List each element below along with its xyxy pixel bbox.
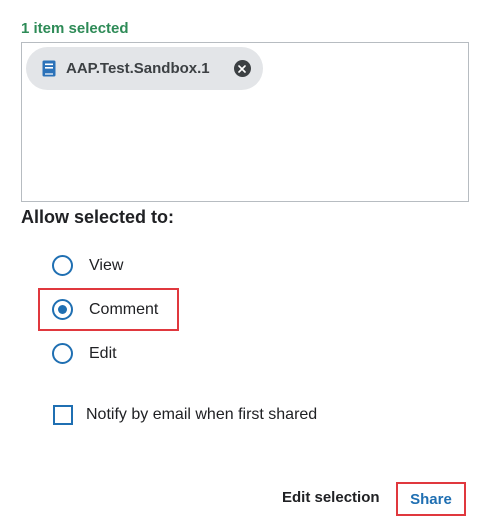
selected-item-label: AAP.Test.Sandbox.1	[66, 60, 210, 77]
notebook-icon	[42, 60, 56, 77]
radio-label-edit: Edit	[89, 344, 117, 362]
radio-option-edit[interactable]: Edit	[52, 343, 117, 364]
radio-option-comment[interactable]: Comment	[52, 299, 158, 320]
radio-button[interactable]	[52, 255, 73, 276]
selection-list: AAP.Test.Sandbox.1	[21, 42, 469, 202]
radio-label-view: View	[89, 256, 124, 274]
radio-selected-dot	[58, 305, 67, 314]
radio-button[interactable]	[52, 299, 73, 320]
radio-label-comment: Comment	[89, 300, 159, 318]
radio-button[interactable]	[52, 343, 73, 364]
notify-checkbox-row[interactable]: Notify by email when first shared	[53, 405, 317, 425]
share-button[interactable]: Share	[396, 482, 466, 516]
close-circle-icon[interactable]	[233, 60, 251, 77]
edit-selection-button[interactable]: Edit selection	[282, 489, 380, 506]
radio-option-view[interactable]: View	[52, 255, 123, 276]
selected-count-label: 1 item selected	[21, 20, 129, 37]
permissions-heading: Allow selected to:	[21, 207, 175, 227]
notify-checkbox-label: Notify by email when first shared	[86, 406, 318, 423]
selected-item-chip[interactable]: AAP.Test.Sandbox.1	[26, 47, 263, 90]
share-dialog: 1 item selected AAP.Test.Sandbox.1 Allow…	[0, 0, 487, 528]
notify-checkbox[interactable]	[53, 405, 73, 425]
